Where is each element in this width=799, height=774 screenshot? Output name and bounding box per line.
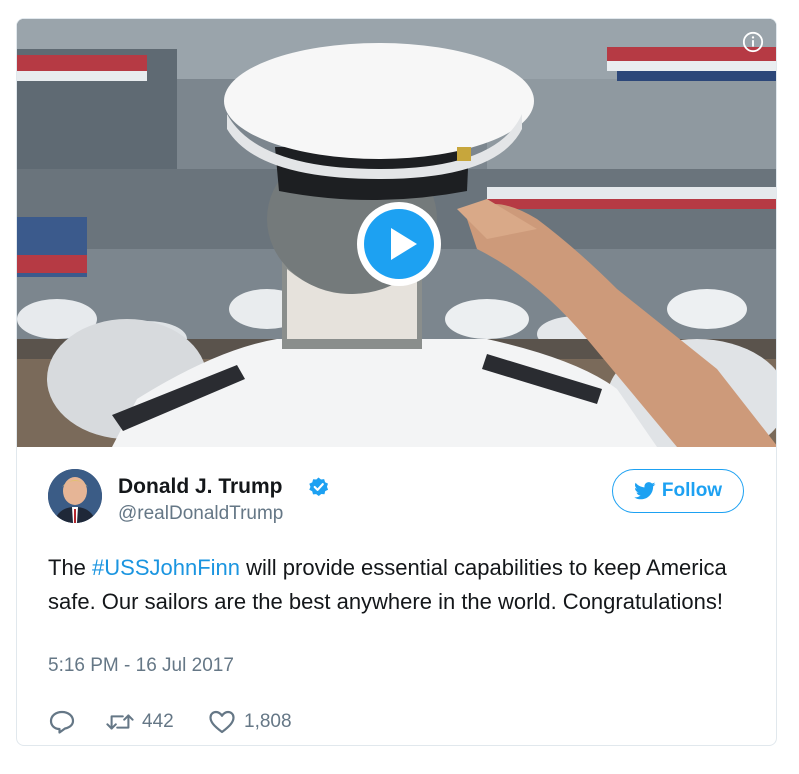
- verified-badge-icon: [309, 477, 329, 497]
- video-media[interactable]: [17, 19, 776, 447]
- twitter-bird-icon: [634, 482, 656, 500]
- follow-button[interactable]: Follow: [612, 469, 744, 513]
- heart-icon: [209, 710, 235, 734]
- retweet-count: 442: [142, 711, 174, 732]
- reply-icon: [49, 710, 75, 734]
- follow-button-label: Follow: [661, 480, 723, 501]
- reply-button[interactable]: [48, 709, 76, 735]
- like-count: 1,808: [244, 711, 292, 732]
- author-name[interactable]: Donald J. Trump: [118, 475, 283, 499]
- retweet-button[interactable]: 442: [106, 709, 174, 735]
- avatar-image: [48, 469, 102, 523]
- tweet-timestamp[interactable]: 5:16 PM - 16 Jul 2017: [48, 655, 234, 677]
- author-handle[interactable]: @realDonaldTrump: [118, 503, 283, 525]
- tweet-text: The #USSJohnFinn will provide essential …: [48, 551, 748, 619]
- retweet-icon: [106, 714, 134, 730]
- info-icon[interactable]: [742, 31, 764, 53]
- play-icon[interactable]: [355, 200, 443, 288]
- embedded-tweet-card: Donald J. Trump @realDonaldTrump Follow …: [16, 18, 777, 746]
- tweet-text-before: The: [48, 555, 93, 580]
- hashtag-link[interactable]: #USSJohnFinn: [92, 555, 240, 580]
- avatar[interactable]: [48, 469, 102, 523]
- like-button[interactable]: 1,808: [208, 709, 292, 735]
